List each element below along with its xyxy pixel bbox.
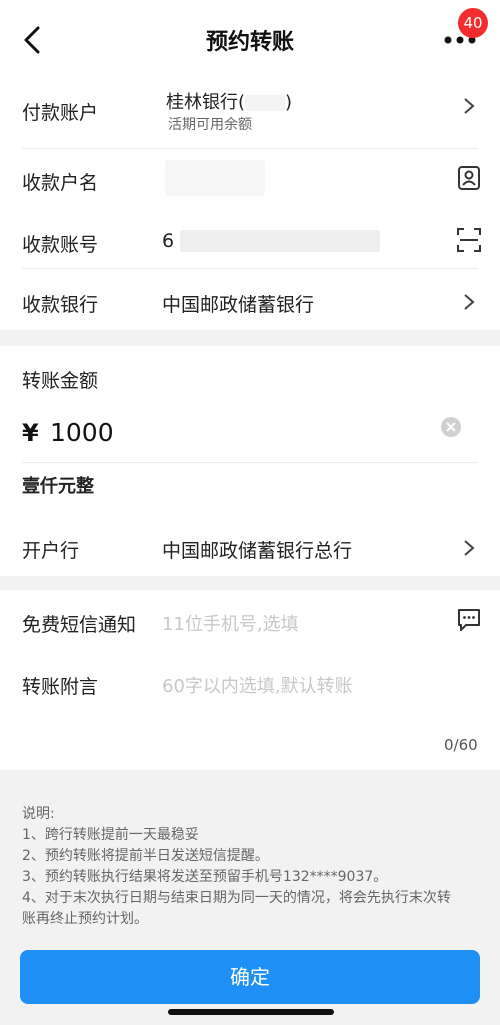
confirm-button[interactable]: 确定 — [20, 950, 480, 1004]
home-indicator — [168, 1009, 334, 1015]
note-line: 3、预约转账执行结果将发送至预留手机号132****9037。 — [22, 869, 388, 885]
payee-bank-label: 收款银行 — [22, 294, 99, 316]
payee-bank-value: 中国邮政储蓄银行 — [162, 294, 315, 316]
notes-section: 说明: 1、跨行转账提前一天最稳妥 2、预约转账将提前半日发送短信提醒。 3、预… — [22, 804, 492, 930]
remark-input[interactable]: 60字以内选填,默认转账 — [162, 672, 353, 698]
chevron-right-icon — [464, 294, 475, 310]
amount-label: 转账金额 — [22, 370, 99, 392]
amount-in-words: 壹仟元整 — [22, 476, 94, 497]
payee-account-value[interactable]: 6 — [162, 230, 174, 252]
open-bank-label: 开户行 — [22, 540, 80, 562]
open-bank-value: 中国邮政储蓄银行总行 — [162, 540, 353, 562]
sms-phone-input[interactable]: 11位手机号,选填 — [162, 610, 299, 636]
scan-icon[interactable] — [456, 227, 482, 253]
message-card: 免费短信通知 11位手机号,选填 转账附言 60字以内选填,默认转账 0/60 — [0, 590, 500, 770]
amount-card: 转账金额 ¥ 1000 壹仟元整 开户行 中国邮政储蓄银行总行 — [0, 346, 500, 576]
payee-name-row[interactable]: 收款户名 — [0, 148, 500, 208]
payer-bank-name: 桂林银行( — [166, 92, 246, 113]
payer-account-row[interactable]: 付款账户 桂林银行() 活期可用余额 — [0, 68, 500, 148]
currency-symbol: ¥ — [22, 419, 39, 447]
notes-title: 说明: — [22, 806, 55, 822]
notification-badge: 40 — [458, 8, 488, 38]
note-line: 1、跨行转账提前一天最稳妥 — [22, 827, 199, 843]
page-title: 预约转账 — [205, 30, 294, 55]
sms-row: 免费短信通知 11位手机号,选填 — [0, 590, 500, 650]
note-line: 账再终止预约计划。 — [22, 911, 148, 927]
payee-name-label: 收款户名 — [22, 172, 99, 194]
payer-bank: 桂林银行() — [166, 88, 292, 114]
char-counter: 0/60 — [444, 736, 478, 754]
note-line: 2、预约转账将提前半日发送短信提醒。 — [22, 848, 269, 864]
payee-account-row[interactable]: 收款账号 6 — [0, 208, 500, 268]
clear-icon[interactable] — [440, 416, 462, 438]
chevron-right-icon — [464, 540, 475, 556]
divider — [22, 462, 478, 463]
payer-label: 付款账户 — [22, 102, 99, 124]
payer-balance: 活期可用余额 — [168, 117, 252, 133]
note-line: 4、对于末次执行日期与结束日期为同一天的情况，将会先执行末次转 — [22, 890, 451, 906]
open-bank-row[interactable]: 开户行 中国邮政储蓄银行总行 — [0, 516, 500, 576]
remark-row: 转账附言 60字以内选填,默认转账 0/60 — [0, 650, 500, 770]
contact-book-icon[interactable] — [456, 165, 482, 191]
amount-input[interactable]: 1000 — [50, 418, 114, 447]
payee-account-label: 收款账号 — [22, 234, 99, 256]
payer-bank-tail: ) — [285, 92, 293, 113]
account-card: 付款账户 桂林银行() 活期可用余额 收款户名 收款账号 6 收款银行 中国邮政… — [0, 68, 500, 330]
sms-label: 免费短信通知 — [22, 614, 137, 636]
payee-bank-row[interactable]: 收款银行 中国邮政储蓄银行 — [0, 268, 500, 330]
remark-label: 转账附言 — [22, 676, 99, 698]
message-icon[interactable] — [456, 607, 482, 633]
chevron-right-icon — [464, 98, 475, 114]
